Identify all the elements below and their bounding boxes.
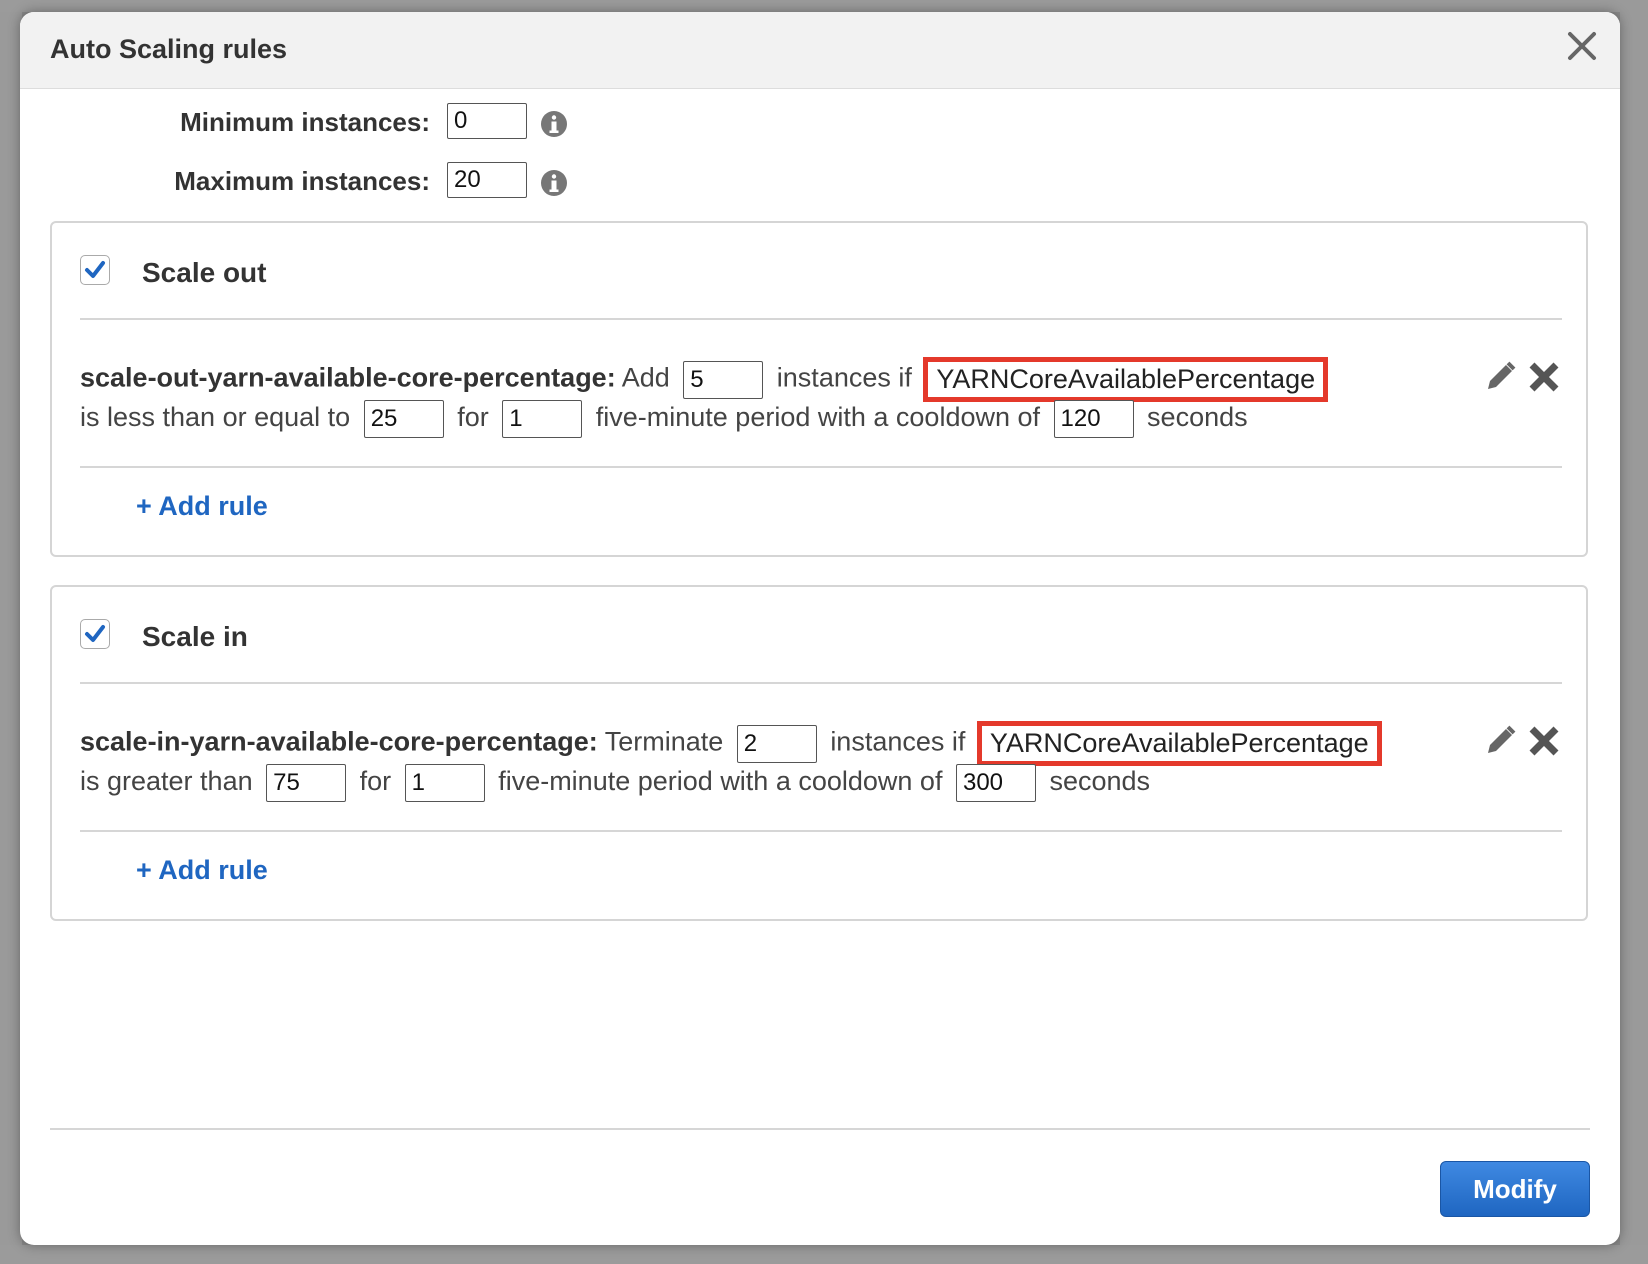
divider [80, 318, 1562, 320]
rule-action: Add [621, 362, 670, 393]
background-right-edge [1620, 0, 1648, 1264]
scale-in-cooldown-input[interactable] [955, 764, 1036, 802]
scale-in-panel: Scale in scale-in-yarn-available-core-pe… [50, 585, 1588, 921]
scale-out-checkbox[interactable] [80, 255, 110, 285]
scale-in-metric[interactable]: YARNCoreAvailablePercentage [976, 721, 1382, 766]
scale-out-threshold-input[interactable] [363, 400, 444, 438]
scale-in-add-rule-link[interactable]: + Add rule [136, 855, 268, 886]
scale-in-rule-actions [1482, 723, 1562, 763]
scale-out-cooldown-input[interactable] [1053, 400, 1134, 438]
condition-text: is greater than [80, 766, 253, 797]
checkmark-icon [85, 625, 105, 642]
divider [80, 830, 1562, 832]
scale-out-rule-line-1: scale-out-yarn-available-core-percentage… [80, 357, 1329, 402]
period-text: five-minute period [498, 766, 713, 797]
close-icon[interactable] [1560, 24, 1604, 68]
scale-in-rule-name: scale-in-yarn-available-core-percentage: [80, 726, 598, 757]
background-page [0, 0, 1648, 12]
min-instances-input[interactable] [447, 103, 527, 139]
info-icon[interactable] [540, 169, 568, 197]
cooldown-text: with a cooldown of [817, 402, 1041, 433]
scale-out-title: Scale out [142, 257, 267, 288]
instances-text: instances if [776, 362, 912, 393]
scale-out-count-input[interactable] [683, 360, 764, 399]
period-text: five-minute period [595, 402, 811, 433]
scale-in-count-input[interactable] [736, 724, 817, 763]
max-instances-label: Maximum instances: [174, 166, 430, 196]
checkmark-icon [85, 261, 105, 278]
seconds-text: seconds [1147, 402, 1248, 433]
scale-in-checkbox[interactable] [80, 619, 110, 649]
scale-out-rule-actions [1482, 359, 1562, 399]
dialog-header: Auto Scaling rules [20, 12, 1620, 89]
pencil-icon[interactable] [1482, 359, 1518, 395]
cooldown-text: with a cooldown of [720, 766, 943, 797]
seconds-text: seconds [1049, 766, 1151, 797]
divider [80, 682, 1562, 684]
min-instances-label: Minimum instances: [180, 107, 430, 137]
pencil-icon[interactable] [1482, 723, 1518, 759]
scale-out-panel: Scale out scale-out-yarn-available-core-… [50, 221, 1588, 557]
max-instances-input[interactable] [447, 162, 527, 198]
dialog-title: Auto Scaling rules [50, 34, 288, 64]
modify-button[interactable]: Modify [1440, 1161, 1590, 1217]
scale-out-periods-input[interactable] [502, 400, 583, 438]
scale-in-rule-line-2: is greater than for five-minute period w… [80, 764, 1150, 802]
delete-icon[interactable] [1526, 723, 1562, 759]
delete-icon[interactable] [1526, 359, 1562, 395]
rule-action: Terminate [604, 726, 724, 757]
auto-scaling-dialog: Auto Scaling rules Minimum instances: Ma… [20, 12, 1620, 1245]
info-icon[interactable] [540, 110, 568, 138]
scale-out-metric[interactable]: YARNCoreAvailablePercentage [923, 357, 1329, 402]
scale-in-threshold-input[interactable] [266, 764, 347, 802]
scale-out-add-rule-link[interactable]: + Add rule [136, 491, 268, 522]
scale-out-rule-name: scale-out-yarn-available-core-percentage… [80, 362, 616, 393]
condition-text: is less than or equal to [80, 402, 351, 433]
for-text: for [457, 402, 489, 433]
scale-out-rule-line-2: is less than or equal to for five-minute… [80, 400, 1248, 438]
scale-in-periods-input[interactable] [404, 764, 485, 802]
scale-in-title: Scale in [142, 621, 248, 652]
background-left-edge [0, 12, 22, 1245]
scale-in-rule-line-1: scale-in-yarn-available-core-percentage:… [80, 721, 1382, 766]
for-text: for [359, 766, 392, 797]
instances-text: instances if [830, 726, 966, 757]
background-bottom-edge [0, 1245, 1648, 1264]
divider [80, 466, 1562, 468]
footer-divider [50, 1128, 1590, 1130]
